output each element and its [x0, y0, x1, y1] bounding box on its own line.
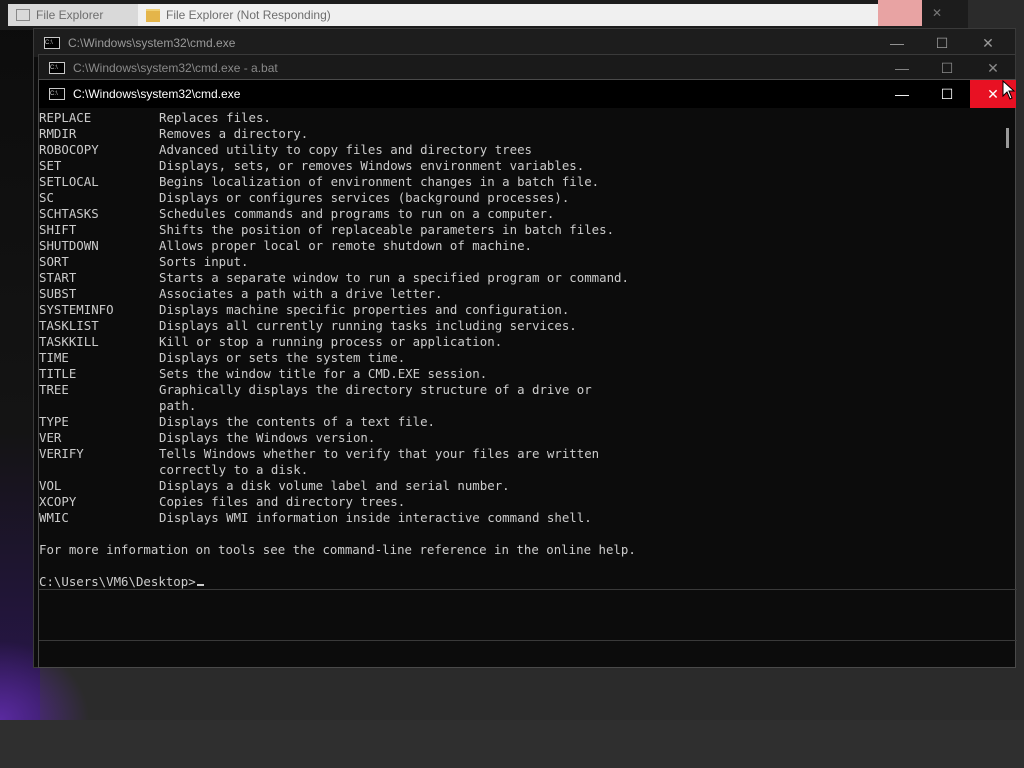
command-description: Graphically displays the directory struc… [159, 382, 592, 397]
command-description: Displays or configures services (backgro… [159, 190, 570, 205]
desktop-bottom-area [0, 720, 1024, 768]
explorer-icon [16, 9, 30, 21]
command-description: Displays WMI information inside interact… [159, 510, 592, 525]
background-explorer-windows: File Explorer File Explorer (Not Respond… [0, 0, 968, 30]
command-description: Displays machine specific properties and… [159, 302, 570, 317]
command-description: Copies files and directory trees. [159, 494, 406, 509]
title-bar[interactable]: C:\ C:\Windows\system32\cmd.exe — ☐ ✕ [39, 80, 1016, 108]
command-name: SET [39, 158, 62, 173]
command-description: Displays all currently running tasks inc… [159, 318, 577, 333]
command-description: Schedules commands and programs to run o… [159, 206, 555, 221]
command-description: correctly to a disk. [159, 462, 309, 477]
command-name: REPLACE [39, 110, 92, 125]
command-name: TYPE [39, 414, 69, 429]
command-name: SORT [39, 254, 69, 269]
cmd-icon: C:\ [49, 88, 65, 100]
command-name: SCHTASKS [39, 206, 99, 221]
close-button[interactable]: ✕ [970, 55, 1016, 81]
window-divider [39, 640, 1017, 641]
command-description: Displays a disk volume label and serial … [159, 478, 510, 493]
command-description: Shifts the position of replaceable param… [159, 222, 615, 237]
command-name: TASKLIST [39, 318, 99, 333]
command-name: SC [39, 190, 54, 205]
command-name: WMIC [39, 510, 69, 525]
command-prompt[interactable]: C:\Users\VM6\Desktop> [39, 574, 204, 590]
window-title: C:\Windows\system32\cmd.exe [73, 87, 241, 101]
window-divider [39, 589, 1017, 590]
command-description: Advanced utility to copy files and direc… [159, 142, 532, 157]
prompt-text: C:\Users\VM6\Desktop> [39, 574, 196, 589]
command-description: Associates a path with a drive letter. [159, 286, 443, 301]
command-description: Displays the contents of a text file. [159, 414, 436, 429]
explorer-tab-title: File Explorer [36, 8, 104, 22]
command-name: TITLE [39, 366, 77, 381]
command-name: SETLOCAL [39, 174, 99, 189]
title-bar[interactable]: C:\ C:\Windows\system32\cmd.exe - a.bat … [39, 55, 1015, 81]
command-description: Replaces files. [159, 110, 271, 125]
command-description: Displays the Windows version. [159, 430, 376, 445]
minimize-button[interactable]: — [879, 55, 925, 81]
maximize-button[interactable]: ☐ [924, 55, 970, 81]
command-description: Removes a directory. [159, 126, 309, 141]
command-name: SUBST [39, 286, 77, 301]
command-name: TREE [39, 382, 69, 397]
explorer-not-responding-title: File Explorer (Not Responding) [166, 8, 331, 22]
window-title: C:\Windows\system32\cmd.exe - a.bat [73, 61, 278, 75]
command-description: Starts a separate window to run a specif… [159, 270, 629, 285]
command-name: VERIFY [39, 446, 84, 461]
maximize-button[interactable]: ☐ [919, 29, 965, 57]
command-name: SHUTDOWN [39, 238, 99, 253]
command-description: Kill or stop a running process or applic… [159, 334, 503, 349]
command-description: Tells Windows whether to verify that you… [159, 446, 600, 461]
window-title: C:\Windows\system32\cmd.exe [68, 36, 236, 50]
command-name: XCOPY [39, 494, 77, 509]
command-description: Allows proper local or remote shutdown o… [159, 238, 532, 253]
command-name: TIME [39, 350, 69, 365]
explorer-close-button[interactable] [878, 0, 922, 26]
explorer-window-tab[interactable]: File Explorer [8, 4, 144, 26]
command-description: Displays, sets, or removes Windows envir… [159, 158, 585, 173]
cmd-icon: C:\ [44, 37, 60, 49]
command-name: ROBOCOPY [39, 142, 99, 157]
cmd-window-front[interactable]: C:\ C:\Windows\system32\cmd.exe — ☐ ✕ Fo… [38, 79, 1017, 669]
console-footer-line: For more information on tools see the co… [39, 542, 636, 557]
command-name: RMDIR [39, 126, 77, 141]
minimize-button[interactable]: — [874, 29, 920, 57]
command-description: Sorts input. [159, 254, 249, 269]
command-name: SYSTEMINFO [39, 302, 114, 317]
explorer-not-responding-tab[interactable]: File Explorer (Not Responding) [138, 4, 886, 26]
console-output[interactable]: For more information on tools see the co… [39, 110, 999, 669]
folder-icon [146, 8, 160, 22]
close-icon: ✕ [932, 6, 943, 20]
close-button[interactable]: ✕ [965, 29, 1011, 57]
cmd-icon: C:\ [49, 62, 65, 74]
command-description: path. [159, 398, 197, 413]
maximize-button[interactable]: ☐ [924, 80, 970, 108]
text-cursor [196, 584, 204, 586]
mouse-pointer-icon [1002, 80, 1016, 100]
scrollbar-thumb[interactable] [1006, 128, 1009, 148]
command-name: TASKKILL [39, 334, 99, 349]
command-description: Displays or sets the system time. [159, 350, 406, 365]
command-name: VOL [39, 478, 62, 493]
command-name: SHIFT [39, 222, 77, 237]
command-description: Sets the window title for a CMD.EXE sess… [159, 366, 488, 381]
command-name: VER [39, 430, 62, 445]
minimize-button[interactable]: — [879, 80, 925, 108]
command-description: Begins localization of environment chang… [159, 174, 600, 189]
title-bar[interactable]: C:\ C:\Windows\system32\cmd.exe — ☐ ✕ [34, 29, 1015, 57]
command-name: START [39, 270, 77, 285]
